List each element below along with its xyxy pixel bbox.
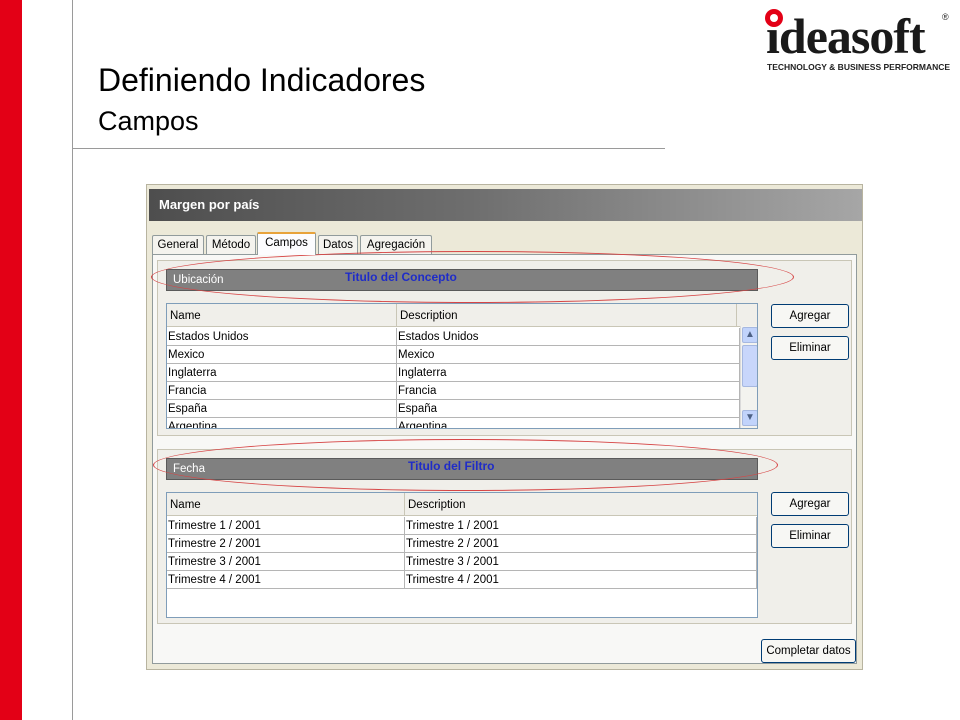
cell-description: España bbox=[397, 400, 740, 418]
table-row[interactable]: Argentina Argentina bbox=[167, 418, 757, 428]
cell-name: España bbox=[167, 400, 397, 418]
campos-panel: Ubicación Titulo del Concepto Name Descr… bbox=[151, 251, 857, 664]
filter-group: Fecha Titulo del Filtro Name Description… bbox=[153, 439, 852, 624]
filter-grid-header: Name Description bbox=[167, 493, 757, 516]
logo-wordmark: ideasoft bbox=[766, 8, 926, 64]
cell-name: Trimestre 3 / 2001 bbox=[167, 553, 405, 571]
table-row[interactable]: Trimestre 4 / 2001 Trimestre 4 / 2001 bbox=[167, 571, 757, 589]
title-underline bbox=[72, 148, 665, 149]
table-row[interactable]: Trimestre 2 / 2001 Trimestre 2 / 2001 bbox=[167, 535, 757, 553]
cell-description: Estados Unidos bbox=[397, 328, 740, 346]
table-row[interactable]: Trimestre 3 / 2001 Trimestre 3 / 2001 bbox=[167, 553, 757, 571]
filter-grid: Name Description Trimestre 1 / 2001 Trim… bbox=[166, 492, 758, 618]
slide-subtitle: Campos bbox=[98, 106, 199, 136]
cell-description: Argentina bbox=[397, 418, 740, 428]
logo-registered-mark: ® bbox=[942, 12, 949, 22]
cell-name: Estados Unidos bbox=[167, 328, 397, 346]
concept-add-button[interactable]: Agregar bbox=[771, 304, 849, 328]
cell-description: Mexico bbox=[397, 346, 740, 364]
cell-name: Argentina bbox=[167, 418, 397, 428]
complete-data-button[interactable]: Completar datos bbox=[761, 639, 856, 663]
cell-description: Trimestre 2 / 2001 bbox=[405, 535, 757, 553]
concept-remove-button[interactable]: Eliminar bbox=[771, 336, 849, 360]
cell-name: Trimestre 4 / 2001 bbox=[167, 571, 405, 589]
left-accent-bar bbox=[0, 0, 22, 720]
logo-dot-icon bbox=[765, 9, 783, 27]
ideasoft-logo: ideasoft ® TECHNOLOGY & BUSINESS PERFORM… bbox=[762, 6, 952, 76]
window-title: Margen por país bbox=[149, 189, 862, 221]
filter-remove-button[interactable]: Eliminar bbox=[771, 524, 849, 548]
cell-description: Trimestre 4 / 2001 bbox=[405, 571, 757, 589]
concept-grid: Name Description Estados Unidos Estados … bbox=[166, 303, 758, 429]
table-row[interactable]: Estados Unidos Estados Unidos bbox=[167, 328, 757, 346]
cell-name: Francia bbox=[167, 382, 397, 400]
filter-highlight-ellipse bbox=[153, 439, 778, 491]
filter-col-description[interactable]: Description bbox=[405, 493, 755, 515]
table-row[interactable]: España España bbox=[167, 400, 757, 418]
concept-grid-header: Name Description bbox=[167, 304, 757, 327]
cell-description: Inglaterra bbox=[397, 364, 740, 382]
cell-name: Inglaterra bbox=[167, 364, 397, 382]
app-window: Margen por país General Método Campos Da… bbox=[146, 184, 863, 670]
cell-description: Francia bbox=[397, 382, 740, 400]
tab-campos[interactable]: Campos bbox=[257, 232, 316, 255]
filter-col-name[interactable]: Name bbox=[167, 493, 405, 515]
cell-name: Trimestre 1 / 2001 bbox=[167, 517, 405, 535]
slide-title: Definiendo Indicadores bbox=[98, 62, 426, 98]
table-row[interactable]: Trimestre 1 / 2001 Trimestre 1 / 2001 bbox=[167, 517, 757, 535]
scroll-thumb[interactable] bbox=[742, 345, 757, 387]
concept-group: Ubicación Titulo del Concepto Name Descr… bbox=[151, 251, 852, 436]
tab-datos[interactable]: Datos bbox=[318, 235, 358, 254]
table-row[interactable]: Francia Francia bbox=[167, 382, 757, 400]
concept-col-description[interactable]: Description bbox=[397, 304, 737, 326]
concept-highlight-ellipse bbox=[151, 251, 794, 303]
tab-metodo[interactable]: Método bbox=[206, 235, 256, 254]
cell-name: Trimestre 2 / 2001 bbox=[167, 535, 405, 553]
cell-description: Trimestre 3 / 2001 bbox=[405, 553, 757, 571]
scroll-up-icon[interactable]: ▲ bbox=[742, 327, 757, 343]
logo-tagline: TECHNOLOGY & BUSINESS PERFORMANCE bbox=[767, 62, 951, 72]
table-row[interactable]: Inglaterra Inglaterra bbox=[167, 364, 757, 382]
tab-general[interactable]: General bbox=[152, 235, 204, 254]
filter-add-button[interactable]: Agregar bbox=[771, 492, 849, 516]
cell-description: Trimestre 1 / 2001 bbox=[405, 517, 757, 535]
scroll-down-icon[interactable]: ▼ bbox=[742, 410, 757, 426]
table-row[interactable]: Mexico Mexico bbox=[167, 346, 757, 364]
concept-vertical-scrollbar[interactable]: ▲ ▼ bbox=[740, 326, 757, 428]
cell-name: Mexico bbox=[167, 346, 397, 364]
concept-col-name[interactable]: Name bbox=[167, 304, 397, 326]
vertical-divider bbox=[72, 0, 73, 720]
